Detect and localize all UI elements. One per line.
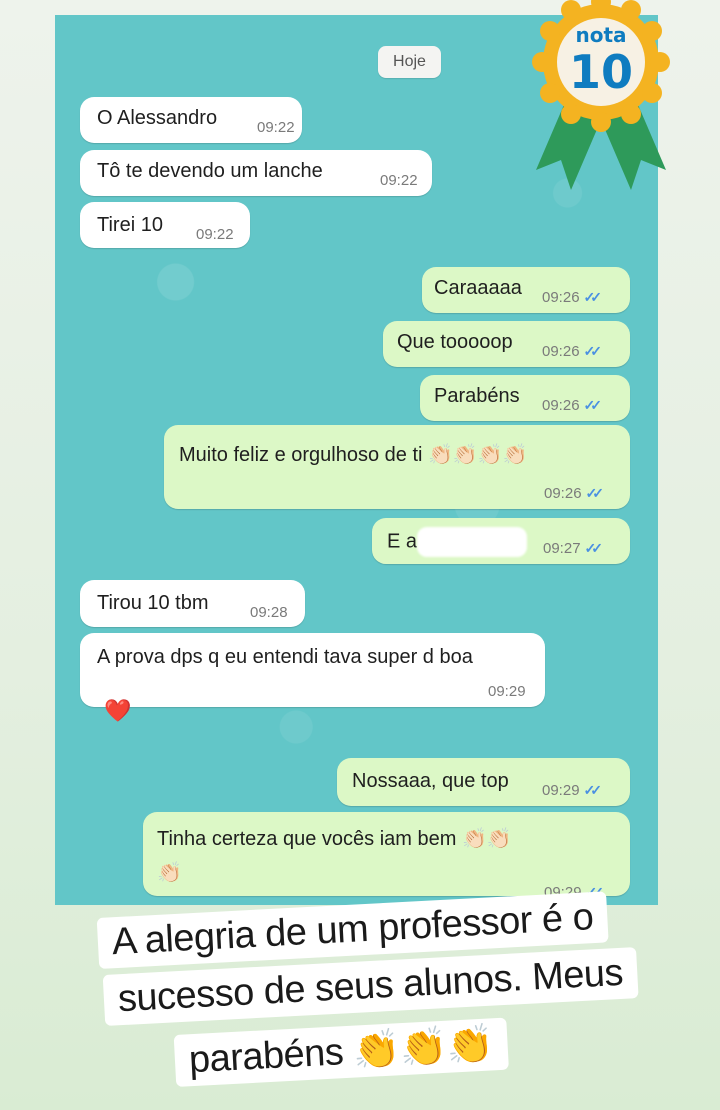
message-text: O Alessandro <box>97 107 218 129</box>
clapping-hands-emoji: 👏🏻👏🏻👏🏻👏🏻 <box>428 444 528 466</box>
message-time: 09:29✓✓ <box>542 782 603 799</box>
outgoing-message[interactable]: Caraaaaa 09:26 ✓✓ <box>422 267 630 313</box>
incoming-message[interactable]: Tirou 10 tbm 09:28 <box>80 580 305 627</box>
double-check-icon: ✓✓ <box>583 289 603 305</box>
outgoing-message[interactable]: Tinha certeza que vocês iam bem 👏🏻👏🏻 👏🏻 … <box>143 812 630 901</box>
message-time: 09:22 <box>380 172 418 189</box>
double-check-icon: ✓✓ <box>583 782 603 798</box>
message-text: Muito feliz e orgulhoso de ti 👏🏻👏🏻👏🏻👏🏻 <box>179 444 528 466</box>
message-text: Caraaaaa <box>434 277 522 299</box>
message-text: Nossaaa, que top <box>352 770 509 792</box>
incoming-message[interactable]: O Alessandro 09:22 <box>80 97 302 143</box>
message-text: Tô te devendo um lanche <box>97 160 323 182</box>
outgoing-message[interactable]: Parabéns 09:26 ✓✓ <box>420 375 630 421</box>
message-text: Tinha certeza que vocês iam bem 👏🏻👏🏻 <box>157 828 512 850</box>
clapping-hands-emoji: 👏🏻👏🏻 <box>461 828 512 850</box>
message-text: Tirei 10 <box>97 214 163 236</box>
outgoing-message[interactable]: Que tooooop 09:26 ✓✓ <box>383 321 630 367</box>
svg-text:nota: nota <box>575 23 626 47</box>
message-text: Que tooooop <box>397 331 513 353</box>
incoming-message[interactable]: A prova dps q eu entendi tava super d bo… <box>80 633 545 707</box>
date-chip: Hoje <box>378 46 441 78</box>
incoming-message[interactable]: Tirei 10 09:22 <box>80 202 250 248</box>
double-check-icon: ✓✓ <box>585 485 605 501</box>
svg-text:10: 10 <box>569 45 633 99</box>
outgoing-message[interactable]: Nossaaa, que top 09:29 ✓✓ <box>337 758 630 806</box>
message-time: 09:29 <box>488 683 526 700</box>
double-check-icon: ✓✓ <box>583 343 603 359</box>
message-time: 09:26 ✓✓ <box>542 289 603 306</box>
outgoing-message[interactable]: E a 09:27 ✓✓ <box>372 518 630 564</box>
message-text: A prova dps q eu entendi tava super d bo… <box>97 646 473 668</box>
message-text: E a <box>387 527 528 557</box>
heart-reaction-icon[interactable]: ❤️ <box>104 698 131 724</box>
message-time: 09:26 ✓✓ <box>542 397 603 414</box>
message-time: 09:27 ✓✓ <box>543 540 604 557</box>
clapping-hands-emoji: 👏🏻 <box>157 862 182 884</box>
message-text: Parabéns <box>434 385 520 407</box>
message-time: 09:26 ✓✓ <box>544 485 605 502</box>
message-time: 09:26 ✓✓ <box>542 343 603 360</box>
caption-line-3: parabéns 👏👏👏 <box>173 1017 509 1087</box>
double-check-icon: ✓✓ <box>583 397 603 413</box>
message-time: 09:22 <box>257 119 295 136</box>
nota-10-badge-icon: nota 10 <box>532 0 670 190</box>
message-time: 09:28 <box>250 604 288 621</box>
redacted-text <box>417 527 528 557</box>
message-text: Tirou 10 tbm <box>97 592 209 614</box>
clapping-hands-emoji: 👏👏👏 <box>352 1023 495 1073</box>
outgoing-message[interactable]: Muito feliz e orgulhoso de ti 👏🏻👏🏻👏🏻👏🏻 0… <box>164 425 630 509</box>
message-time: 09:22 <box>196 226 234 243</box>
incoming-message[interactable]: Tô te devendo um lanche 09:22 <box>80 150 432 196</box>
double-check-icon: ✓✓ <box>584 540 604 556</box>
